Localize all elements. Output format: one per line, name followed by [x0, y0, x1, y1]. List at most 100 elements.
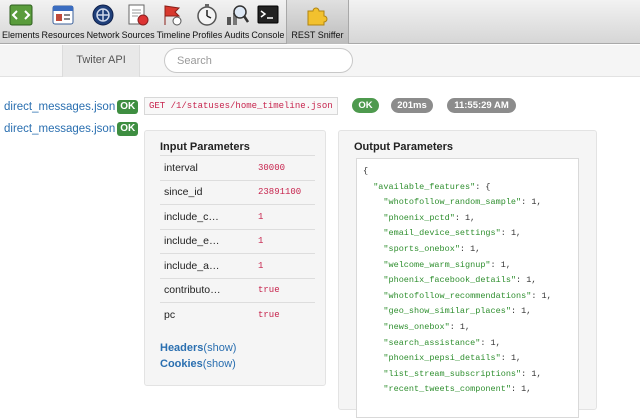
- param-key: include_e…: [160, 228, 258, 254]
- audits-icon: [226, 5, 249, 25]
- json-punct: ,: [546, 290, 552, 301]
- json-line: "list_stream_subscriptions": 1,: [363, 367, 578, 383]
- json-viewer[interactable]: { "available_features": { "whotofollow_r…: [356, 158, 579, 418]
- toolbar-profiles[interactable]: Profiles: [192, 0, 222, 44]
- cookies-label: Cookies: [160, 358, 203, 370]
- json-punct: ,: [475, 243, 481, 254]
- sources-icon: [128, 4, 149, 26]
- json-key: "news_onebox": [383, 321, 450, 332]
- request-name-link[interactable]: direct_messages.json: [4, 123, 115, 135]
- param-value: true: [258, 302, 315, 327]
- request-line: GET /1/statuses/home_timeline.json: [144, 97, 338, 115]
- profiles-icon: [197, 4, 218, 26]
- table-row: include_a… 1: [160, 253, 315, 278]
- input-parameters-panel: Input Parameters interval 30000 since_id…: [144, 130, 326, 386]
- json-line: "sports_onebox": 1,: [363, 242, 578, 258]
- param-value: 1: [258, 253, 315, 278]
- toolbar-timeline[interactable]: Timeline: [157, 0, 190, 44]
- param-value: true: [258, 277, 315, 303]
- toolbar-rest-sniffer[interactable]: REST Sniffer: [286, 0, 349, 44]
- param-key: include_c…: [160, 204, 258, 229]
- json-line: "phoenix_facebook_details": 1,: [363, 273, 578, 289]
- param-key: contributo…: [160, 277, 258, 303]
- json-punct: : {: [475, 181, 491, 192]
- cookies-show-link[interactable]: (show): [203, 358, 236, 370]
- json-line: "email_device_settings": 1,: [363, 226, 578, 242]
- cookies-row: Cookies(show): [160, 358, 236, 370]
- list-item[interactable]: direct_messages.json OK: [4, 99, 139, 114]
- json-punct: ,: [536, 197, 542, 208]
- json-key: "recent_tweets_component": [383, 384, 511, 395]
- json-punct: :: [454, 212, 466, 223]
- toolbar-elements[interactable]: Elements: [2, 0, 40, 44]
- json-punct: :: [500, 228, 511, 239]
- network-icon: [92, 4, 114, 26]
- panel-title: Input Parameters: [160, 141, 250, 153]
- api-tabbar: Twiter API: [0, 45, 640, 77]
- request-name-link[interactable]: direct_messages.json: [4, 101, 115, 113]
- param-key: interval: [160, 155, 258, 180]
- json-punct: ,: [516, 353, 522, 364]
- json-line: "geo_show_similar_places": 1,: [363, 304, 578, 320]
- json-punct: :: [516, 275, 527, 286]
- search-input[interactable]: [164, 48, 353, 73]
- table-row: since_id 23891100: [160, 179, 315, 205]
- param-value: 30000: [258, 155, 315, 180]
- json-line: "phoenix_pepsi_details": 1,: [363, 351, 578, 367]
- toolbar-audits[interactable]: Audits: [224, 0, 249, 44]
- json-punct: :: [490, 259, 501, 270]
- json-key: "sports_onebox": [383, 243, 460, 254]
- elements-icon: [9, 4, 33, 26]
- headers-row: Headers(show): [160, 342, 236, 354]
- duration-badge: 201ms: [391, 98, 433, 113]
- devtools-toolbar: Elements Resources Network Sources Timel…: [0, 0, 640, 44]
- json-key: "list_stream_subscriptions": [383, 368, 522, 379]
- json-line: {: [363, 164, 578, 180]
- toolbar-console[interactable]: Console: [251, 0, 284, 44]
- json-brace: {: [363, 166, 369, 176]
- json-punct: ,: [526, 384, 532, 395]
- json-key: "welcome_warm_signup": [383, 259, 491, 270]
- timeline-icon: [164, 5, 182, 26]
- toolbar-sources[interactable]: Sources: [122, 0, 155, 44]
- json-punct: ,: [465, 321, 471, 332]
- param-key: since_id: [160, 179, 258, 205]
- param-value: 1: [258, 228, 315, 254]
- json-punct: ,: [526, 306, 532, 317]
- json-key: "phoenix_pctd": [383, 212, 455, 223]
- json-punct: :: [449, 321, 460, 332]
- timestamp-badge: 11:55:29 AM: [447, 98, 516, 113]
- json-line: "welcome_warm_signup": 1,: [363, 258, 578, 274]
- param-key: include_a…: [160, 253, 258, 278]
- json-punct: :: [531, 290, 542, 301]
- table-row: include_c… 1: [160, 204, 315, 229]
- table-row: interval 30000: [160, 155, 315, 180]
- json-line: "whotofollow_random_sample": 1,: [363, 195, 578, 211]
- json-line: "search_assistance": 1,: [363, 336, 578, 352]
- json-key: "search_assistance": [383, 337, 481, 348]
- response-status-badge: OK: [352, 98, 379, 113]
- json-punct: :: [480, 337, 491, 348]
- json-punct: ,: [536, 368, 542, 379]
- list-item[interactable]: direct_messages.json OK: [4, 121, 139, 136]
- json-key: "whotofollow_random_sample": [383, 197, 522, 208]
- json-line: "phoenix_pctd": 1,: [363, 211, 578, 227]
- headers-show-link[interactable]: (show): [203, 342, 236, 354]
- panel-title: Output Parameters: [354, 141, 454, 153]
- json-punct: :: [521, 197, 532, 208]
- table-row: include_e… 1: [160, 228, 315, 254]
- status-badge: OK: [117, 121, 139, 136]
- toolbar-network[interactable]: Network: [87, 0, 120, 44]
- tab-twiter-api[interactable]: Twiter API: [62, 45, 140, 77]
- json-punct: ,: [505, 259, 511, 270]
- param-value: 1: [258, 204, 315, 229]
- table-row: pc true: [160, 302, 315, 327]
- json-key: "email_device_settings": [383, 228, 501, 239]
- json-punct: :: [510, 384, 522, 395]
- json-line: "available_features": {: [363, 180, 578, 196]
- param-value: 23891100: [258, 179, 315, 205]
- toolbar-resources[interactable]: Resources: [42, 0, 85, 44]
- output-parameters-panel: Output Parameters { "available_features"…: [338, 130, 597, 418]
- json-punct: ,: [470, 212, 476, 223]
- json-punct: ,: [531, 275, 537, 286]
